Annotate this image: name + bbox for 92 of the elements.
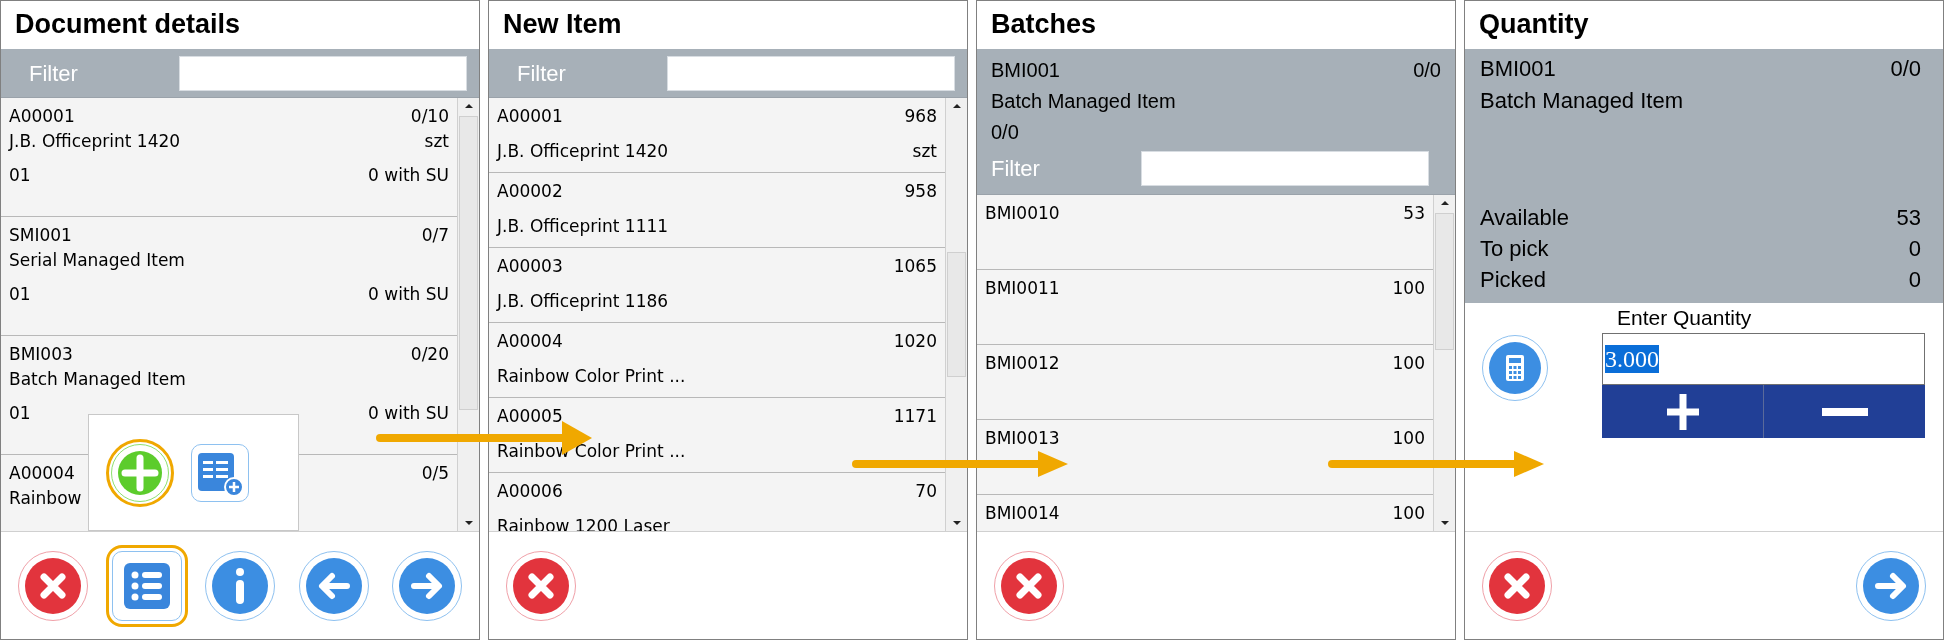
- row-value: szt: [912, 140, 937, 163]
- item-name: Batch Managed Item: [991, 89, 1177, 114]
- row-text: BMI0012: [985, 352, 1060, 375]
- scrollbar[interactable]: [945, 98, 967, 531]
- scroll-thumb[interactable]: [947, 252, 966, 377]
- row-value: 0 with SU: [368, 283, 449, 306]
- row-text: A00006: [497, 480, 563, 503]
- row-value: 0/7: [421, 224, 449, 247]
- close-icon: [513, 557, 569, 614]
- row-text: A00001: [497, 105, 563, 128]
- arrow-right-icon: [399, 557, 455, 614]
- row-value: 1065: [893, 255, 937, 278]
- close-icon: [1001, 557, 1057, 614]
- arrow-right-icon: [1863, 557, 1919, 614]
- row-value: 968: [904, 105, 937, 128]
- scroll-thumb[interactable]: [459, 116, 478, 410]
- row-value: 53: [1403, 202, 1425, 225]
- screen-title: Batches: [990, 8, 1098, 41]
- row-text: 01: [9, 283, 31, 306]
- row-value: 100: [1392, 352, 1425, 375]
- stat-value: 0: [1908, 235, 1921, 263]
- stat-value: 0: [1908, 266, 1921, 294]
- row-text: 01: [9, 402, 31, 425]
- row-text: A00004: [497, 330, 563, 353]
- filter-label: Filter: [991, 154, 1041, 183]
- increase-button[interactable]: [1602, 385, 1764, 438]
- screen-title: Quantity: [1478, 8, 1590, 41]
- screen-title: New Item: [502, 8, 623, 41]
- row-text: J.B. Officeprint 1186: [497, 290, 669, 313]
- row-text: J.B. Officeprint 1420: [497, 140, 669, 163]
- item-quantity: 0/0: [991, 120, 1019, 145]
- row-value: 0/10: [410, 105, 449, 128]
- row-value: 1020: [893, 330, 937, 353]
- row-text: A00005: [497, 405, 563, 428]
- filter-field[interactable]: [179, 55, 467, 91]
- item-code: BMI001: [991, 58, 1060, 83]
- close-icon: [25, 557, 81, 614]
- row-text: Rainbow: [9, 487, 82, 510]
- row-text: BMI0014: [985, 502, 1060, 525]
- calculator-icon: [1489, 342, 1541, 394]
- add-to-list-button[interactable]: [191, 443, 249, 502]
- stat-value: 53: [1896, 204, 1921, 232]
- plus-icon: [118, 450, 162, 495]
- decrease-button[interactable]: [1764, 385, 1925, 438]
- row-text: A00004: [9, 462, 75, 485]
- row-text: Rainbow Color Print ...: [497, 365, 686, 388]
- row-text: BMI0013: [985, 427, 1060, 450]
- row-text: Batch Managed Item: [9, 368, 186, 391]
- arrow-left-icon: [305, 557, 362, 614]
- stat-label: Picked: [1480, 266, 1547, 294]
- row-value: 100: [1392, 277, 1425, 300]
- row-text: J.B. Officeprint 1420: [9, 130, 181, 153]
- row-value: 958: [904, 180, 937, 203]
- stat-label: To pick: [1480, 235, 1549, 263]
- row-value: 1171: [893, 405, 937, 428]
- quantity-field[interactable]: 3.000: [1602, 333, 1925, 385]
- row-text: BMI0010: [985, 202, 1060, 225]
- filter-label: Filter: [517, 59, 567, 88]
- row-value: 100: [1392, 427, 1425, 450]
- item-code: BMI001: [1480, 55, 1556, 83]
- screen-title: Document details: [14, 8, 242, 41]
- row-text: Serial Managed Item: [9, 249, 185, 272]
- row-text: BMI0011: [985, 277, 1060, 300]
- row-text: A00002: [497, 180, 563, 203]
- scroll-thumb[interactable]: [1435, 213, 1454, 350]
- item-count: 0/0: [1413, 58, 1441, 83]
- info-icon: [212, 557, 268, 614]
- close-icon: [1489, 557, 1545, 614]
- row-text: J.B. Officeprint 1111: [497, 215, 669, 238]
- item-count: 0/0: [1890, 55, 1921, 83]
- row-value: szt: [424, 130, 449, 153]
- field-label: Enter Quantity: [1616, 305, 1752, 331]
- row-text: A00003: [497, 255, 563, 278]
- minus-icon: [1821, 407, 1868, 416]
- row-value: 0/5: [421, 462, 449, 485]
- row-text: BMI003: [9, 343, 73, 366]
- filter-field[interactable]: [1141, 150, 1429, 186]
- filter-field[interactable]: [667, 55, 955, 91]
- row-text: 01: [9, 164, 31, 187]
- row-value: 100: [1392, 502, 1425, 525]
- item-name: Batch Managed Item: [1480, 87, 1683, 115]
- list-icon: [123, 562, 170, 609]
- row-value: 70: [915, 480, 937, 503]
- row-value: 0 with SU: [368, 164, 449, 187]
- scrollbar[interactable]: [457, 98, 479, 531]
- row-text: A00001: [9, 105, 75, 128]
- stat-label: Available: [1480, 204, 1569, 232]
- filter-label: Filter: [29, 59, 79, 88]
- row-text: SMI001: [9, 224, 72, 247]
- row-value: 0 with SU: [368, 402, 449, 425]
- row-value: 0/20: [410, 343, 449, 366]
- scrollbar[interactable]: [1433, 195, 1455, 531]
